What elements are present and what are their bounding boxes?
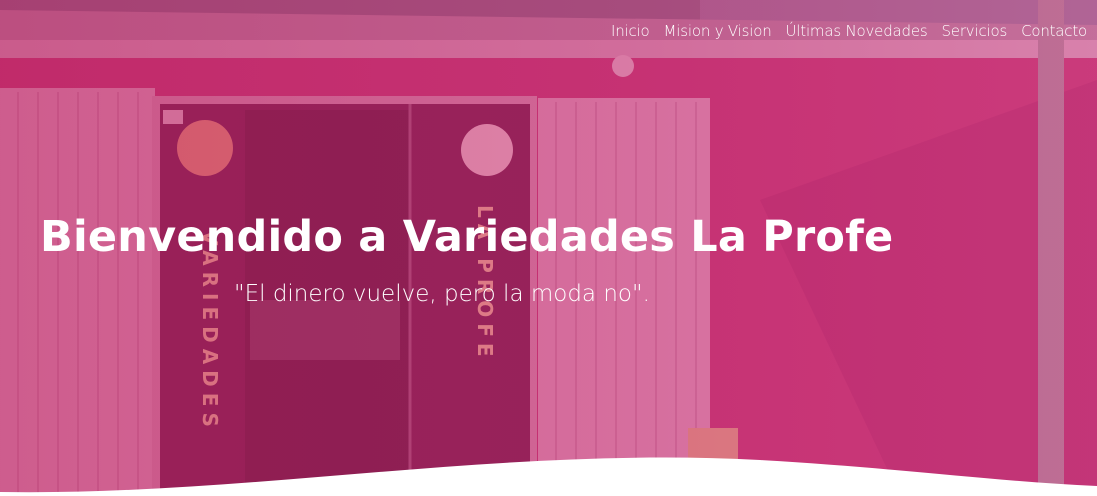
hero-title: Bienvendido a Variedades La Profe	[40, 212, 894, 262]
nav-item-inicio[interactable]: Inicio	[611, 22, 650, 40]
nav-item-contacto[interactable]: Contacto	[1021, 22, 1087, 40]
hero-section: VARIEDADES LA PROFE Inicio Mision y Visi…	[0, 0, 1097, 496]
nav-item-servicios[interactable]: Servicios	[941, 22, 1007, 40]
bottom-wave-divider	[0, 457, 1097, 496]
nav-item-mision-vision[interactable]: Mision y Vision	[664, 22, 772, 40]
hero-tagline: "El dinero vuelve, pero la moda no".	[234, 281, 650, 307]
top-navigation: Inicio Mision y Vision Últimas Novedades…	[611, 22, 1087, 40]
nav-item-ultimas-novedades[interactable]: Últimas Novedades	[786, 22, 928, 40]
